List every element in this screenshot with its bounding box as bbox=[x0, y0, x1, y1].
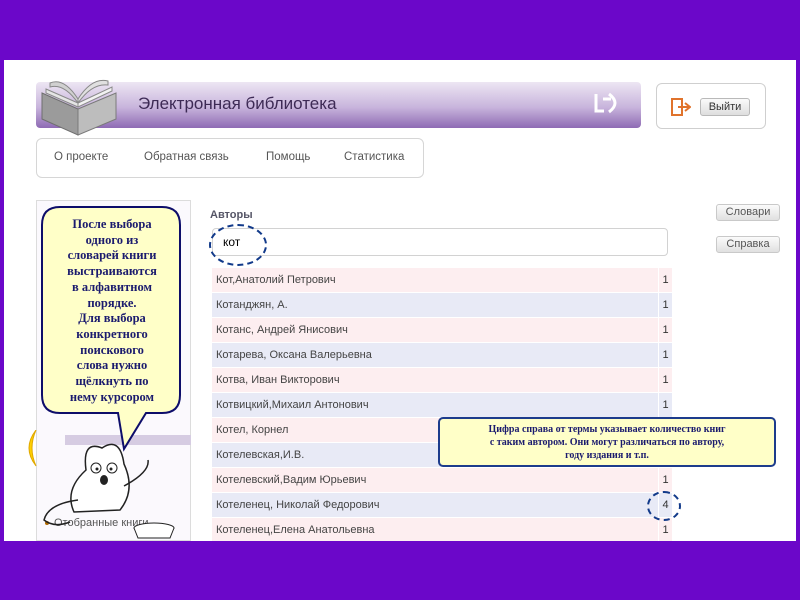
slide: Электронная библиотека Выйти О проекте О… bbox=[4, 60, 796, 541]
library-logo-icon bbox=[594, 92, 617, 114]
annotation-note: Цифра справа от термы указывает количест… bbox=[438, 417, 776, 467]
bubble-line: слова нужно bbox=[76, 358, 148, 373]
note-line: Цифра справа от термы указывает количест… bbox=[488, 424, 726, 435]
author-name: Котеленец, Николай Федорович bbox=[216, 499, 380, 511]
list-item[interactable]: Котвицкий,Михаил Антонович 1 bbox=[212, 393, 672, 418]
bubble-line: нему курсором bbox=[69, 389, 155, 404]
author-name: Котанджян, А. bbox=[216, 299, 288, 311]
list-item[interactable]: Котанс, Андрей Янисович 1 bbox=[212, 318, 672, 343]
bubble-line: порядке. bbox=[87, 295, 137, 310]
book-count: 1 bbox=[658, 518, 672, 541]
nav-item-statistics[interactable]: Статистика bbox=[344, 151, 404, 163]
list-item[interactable]: Котва, Иван Викторович 1 bbox=[212, 368, 672, 393]
author-search-input[interactable] bbox=[212, 228, 668, 256]
author-name: Котва, Иван Викторович bbox=[216, 374, 340, 386]
author-name: Котанс, Андрей Янисович bbox=[216, 324, 348, 336]
author-name: Котелевский,Вадим Юрьевич bbox=[216, 474, 367, 486]
list-item[interactable]: Котеленец, Николай Федорович 4 bbox=[212, 493, 672, 518]
book-count: 1 bbox=[658, 268, 672, 293]
authors-heading: Авторы bbox=[210, 209, 253, 221]
bubble-line: щёлкнуть по bbox=[75, 374, 149, 389]
bubble-line: конкретного bbox=[76, 326, 148, 341]
app-title: Электронная библиотека bbox=[138, 94, 337, 113]
note-line: с таким автором. Они могут различаться п… bbox=[489, 437, 725, 448]
bubble-line: одного из bbox=[85, 232, 139, 247]
bubble-line: словарей книги bbox=[67, 248, 157, 263]
exit-panel: Выйти bbox=[656, 83, 766, 129]
bubble-line: в алфавитном bbox=[72, 279, 152, 294]
book-icon bbox=[41, 79, 117, 136]
list-item[interactable]: Котелевский,Вадим Юрьевич 1 bbox=[212, 468, 672, 493]
author-name: Кот,Анатолий Петрович bbox=[216, 274, 336, 286]
list-item[interactable]: Котеленец,Елена Анатольевна 1 bbox=[212, 518, 672, 541]
nav-item-help[interactable]: Помощь bbox=[266, 151, 310, 163]
book-count: 1 bbox=[658, 368, 672, 393]
help-button[interactable]: Справка bbox=[716, 236, 780, 253]
nav-item-about[interactable]: О проекте bbox=[54, 151, 108, 163]
count-highlight-oval bbox=[647, 491, 681, 521]
author-list: Кот,Анатолий Петрович 1 Котанджян, А. 1 Ко… bbox=[212, 268, 672, 541]
author-name: Котел, Корнел bbox=[216, 424, 289, 436]
book-count: 1 bbox=[658, 293, 672, 318]
cat-illustration bbox=[28, 430, 175, 539]
author-name: Котвицкий,Михаил Антонович bbox=[216, 399, 369, 411]
header-bar: Электронная библиотека bbox=[36, 82, 641, 128]
bubble-line: Для выбора bbox=[78, 311, 146, 326]
author-name: Котеленец,Елена Анатольевна bbox=[216, 524, 375, 536]
book-count: 1 bbox=[658, 318, 672, 343]
list-item[interactable]: Кот,Анатолий Петрович 1 bbox=[212, 268, 672, 293]
search-highlight-oval bbox=[209, 224, 267, 266]
exit-button[interactable]: Выйти bbox=[700, 98, 750, 116]
dictionaries-button[interactable]: Словари bbox=[716, 204, 780, 221]
note-line: году издания и т.п. bbox=[565, 450, 649, 461]
exit-icon bbox=[671, 98, 691, 116]
nav-item-feedback[interactable]: Обратная связь bbox=[144, 151, 229, 163]
author-name: Котарева, Оксана Валерьевна bbox=[216, 349, 372, 361]
bubble-line: поискового bbox=[80, 342, 144, 357]
book-count: 1 bbox=[658, 343, 672, 368]
main-nav: О проекте Обратная связь Помощь Статисти… bbox=[36, 138, 424, 178]
author-name: Котелевская,И.В. bbox=[216, 449, 305, 461]
bubble-line: выстраиваются bbox=[67, 264, 157, 279]
book-count: 1 bbox=[658, 468, 672, 493]
list-item[interactable]: Котарева, Оксана Валерьевна 1 bbox=[212, 343, 672, 368]
bubble-line: После выбора bbox=[72, 217, 152, 231]
list-item[interactable]: Котанджян, А. 1 bbox=[212, 293, 672, 318]
book-count: 1 bbox=[658, 393, 672, 418]
bubble-text: После выбора одного из словарей книги вы… bbox=[44, 217, 180, 405]
